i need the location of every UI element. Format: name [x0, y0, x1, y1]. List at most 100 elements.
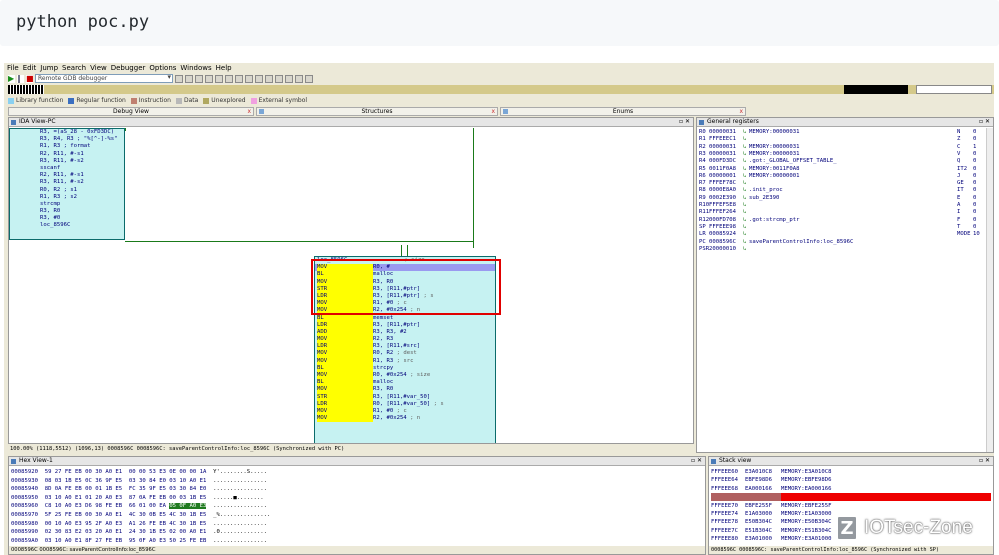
pane-controls[interactable]: ▫ ✕	[679, 118, 690, 126]
code-line[interactable]: LDR R3, [R11,#ptr]	[315, 321, 495, 329]
code-line[interactable]: LDR R0, [R11,#var_50] ; s	[315, 400, 495, 408]
hex-row[interactable]: 00085990 02 30 83 E2 03 20 A0 E1 24 30 1…	[11, 528, 267, 537]
nav-combo[interactable]	[916, 85, 992, 94]
code-line[interactable]: MOV R0, R2 ; dest	[315, 350, 495, 358]
register-row[interactable]: R2 00000031 ↳ MEMORY:00000031	[699, 144, 800, 151]
register-row[interactable]: R8 0000E8A0 ↳ .init_proc	[699, 187, 783, 194]
flag-row[interactable]: I0	[957, 209, 976, 216]
jump-arrow-icon[interactable]: ↳	[743, 246, 749, 253]
jump-arrow-icon[interactable]: ↳	[743, 231, 749, 238]
menu-item-edit[interactable]: Edit	[23, 64, 37, 72]
code-line[interactable]: MOV R2, #0x254 ; n	[315, 415, 495, 423]
stack-row[interactable]: FFFEEE70 EBFE255F MEMORY:EBFE255F	[711, 502, 991, 510]
pane-controls[interactable]: ▫ ✕	[691, 457, 702, 465]
register-row[interactable]: PSR20000010 ↳	[699, 246, 749, 253]
register-row[interactable]: R12000FD708 ↳ .got:strcmp_ptr	[699, 217, 800, 224]
register-row[interactable]: PC 0008596C ↳ saveParentControlInfo:loc_859…	[699, 239, 853, 246]
flag-row[interactable]: MODE 10	[957, 231, 980, 238]
code-line[interactable]: R1, R3 ; s2	[10, 194, 124, 201]
register-row[interactable]: R4 000FD3DC ↳ .got:_GLOBAL_OFFSET_TABLE_	[699, 158, 837, 165]
menu-item-file[interactable]: File	[7, 64, 19, 72]
hex-row[interactable]: 00085930 08 03 1B E5 0C 36 9F E5 03 30 8…	[11, 477, 267, 486]
flag-row[interactable]: GE 0	[957, 180, 976, 187]
flag-row[interactable]: IT2 0	[957, 166, 976, 173]
step-into-icon[interactable]	[175, 74, 183, 83]
code-line[interactable]: LDR R3, [R11,#src]	[315, 343, 495, 351]
menu-item-windows[interactable]: Windows	[180, 64, 211, 72]
register-row[interactable]: R3 00000031 ↳ MEMORY:00000031	[699, 151, 800, 158]
flag-row[interactable]: C1	[957, 144, 976, 151]
code-line[interactable]: BL strcpy	[315, 364, 495, 373]
flag-row[interactable]: J0	[957, 173, 976, 180]
code-line[interactable]: R0, R2 ; s1	[10, 187, 124, 194]
graph-canvas[interactable]: R3, =(aS_28 - 0xFD3DC) R3, R4, R3 ; "%[^-…	[9, 128, 693, 443]
ida-view-pane[interactable]: IDA View-PC ▫ ✕ R3, =(aS_28 - 0xFD3DC) R3,…	[8, 117, 694, 444]
jump-arrow-icon[interactable]: ↳	[743, 209, 749, 216]
flag-row[interactable]: V0	[957, 151, 976, 158]
names-icon[interactable]	[295, 74, 303, 83]
code-line[interactable]: MOV R1, R3 ; src	[315, 357, 495, 365]
debugger-select[interactable]: Remote GDB debugger	[35, 74, 173, 83]
graph-icon[interactable]	[265, 74, 273, 83]
code-line[interactable]: sscanf	[10, 165, 124, 172]
register-row[interactable]: R1 FFFEEEC1 ↳	[699, 136, 749, 143]
menu-item-options[interactable]: Options	[149, 64, 176, 72]
step-over-icon[interactable]	[185, 74, 193, 83]
pause-icon[interactable]: ‖	[17, 74, 24, 83]
code-line[interactable]: R3, R11, #-s2	[10, 158, 124, 165]
menu-item-view[interactable]: View	[90, 64, 107, 72]
threads-icon[interactable]	[235, 74, 243, 83]
menu-item-jump[interactable]: Jump	[40, 64, 58, 72]
flag-row[interactable]: A0	[957, 202, 976, 209]
modules-icon[interactable]	[245, 74, 253, 83]
register-row[interactable]: R10FFFEF5E8 ↳	[699, 202, 749, 209]
tracing-icon[interactable]	[225, 74, 233, 83]
register-row[interactable]: R0 00000031 ↳ MEMORY:00000031	[699, 129, 800, 136]
registers-scrollbar[interactable]	[986, 128, 993, 452]
flag-row[interactable]: E0	[957, 195, 976, 202]
hex-view-pane[interactable]: Hex View-1 ▫ ✕ 00085920 59 27 FE EB 00 30…	[8, 456, 706, 555]
hex-icon[interactable]	[285, 74, 293, 83]
tab-structures[interactable]: Structures x	[256, 107, 498, 116]
navigation-band[interactable]	[8, 85, 994, 94]
stack-row[interactable]: FFFEEE64 EBFE98D6 MEMORY:EBFE98D6	[711, 476, 991, 484]
code-line[interactable]: MOV R1, #0 ; c	[315, 407, 495, 416]
close-icon[interactable]: x	[739, 108, 743, 115]
jump-arrow-icon[interactable]: ↳	[743, 136, 749, 143]
pane-controls[interactable]: ▫ ✕	[979, 457, 990, 465]
code-line[interactable]: loc_8596C	[10, 222, 124, 229]
breakpoint-icon[interactable]	[215, 74, 223, 83]
hex-row[interactable]: 00085980 00 10 A0 E3 95 2F A0 E3 A1 26 F…	[11, 520, 267, 529]
pane-controls[interactable]: ▫ ✕	[979, 118, 990, 126]
menu-item-debugger[interactable]: Debugger	[111, 64, 146, 72]
code-line[interactable]: ADD R3, R3, #2	[315, 328, 495, 337]
hex-row[interactable]: 00085950 03 10 A0 E1 01 20 A0 E3 87 0A F…	[11, 494, 264, 503]
register-row[interactable]: R11FFFEF264 ↳	[699, 209, 749, 216]
start-debug-icon[interactable]: ▶	[8, 74, 15, 83]
hex-row[interactable]: 00085940 8D 0A FE EB 00 01 1B E5 FC 35 9…	[11, 485, 267, 494]
close-icon[interactable]: x	[491, 108, 495, 115]
flag-row[interactable]: Q0	[957, 158, 976, 165]
step-out-icon[interactable]	[205, 74, 213, 83]
code-line[interactable]: MOV R0, #0x254 ; size	[315, 372, 495, 380]
stack-row[interactable]: FFFEEE6C E3A00F95 MEMORY:E3A00F95	[711, 493, 991, 502]
close-icon[interactable]: x	[247, 108, 251, 115]
jump-arrow-icon[interactable]: ↳	[743, 180, 749, 187]
hex-row[interactable]: 00085970 5F 25 FE EB 00 30 A0 E1 4C 30 0…	[11, 511, 270, 520]
flag-row[interactable]: Z0	[957, 136, 976, 143]
code-line[interactable]: R3, R0	[10, 208, 124, 215]
tab-debug-view[interactable]: Debug View x	[8, 107, 254, 116]
tab-enums[interactable]: Enums x	[500, 107, 746, 116]
code-line[interactable]: R2, R11, #-s1	[10, 151, 124, 158]
code-line[interactable]: R3, =(aS_28 - 0xFD3DC)	[10, 129, 124, 136]
stop-icon[interactable]: ■	[26, 74, 34, 83]
code-line[interactable]: MOV R2, R3	[315, 336, 495, 344]
registers-pane[interactable]: General registers ▫ ✕ R0 00000031 ↳ MEMORY:0…	[696, 117, 994, 453]
code-line[interactable]: strcmp	[10, 201, 124, 208]
code-line[interactable]: R3, #0	[10, 215, 124, 222]
menu-item-search[interactable]: Search	[62, 64, 86, 72]
register-row[interactable]: R7 FFFEF78C ↳	[699, 180, 749, 187]
text-view-icon[interactable]	[275, 74, 283, 83]
code-line[interactable]: BL memset	[315, 314, 495, 322]
register-row[interactable]: R5 0011F0A8 ↳ MEMORY:0011F0A8	[699, 166, 800, 173]
